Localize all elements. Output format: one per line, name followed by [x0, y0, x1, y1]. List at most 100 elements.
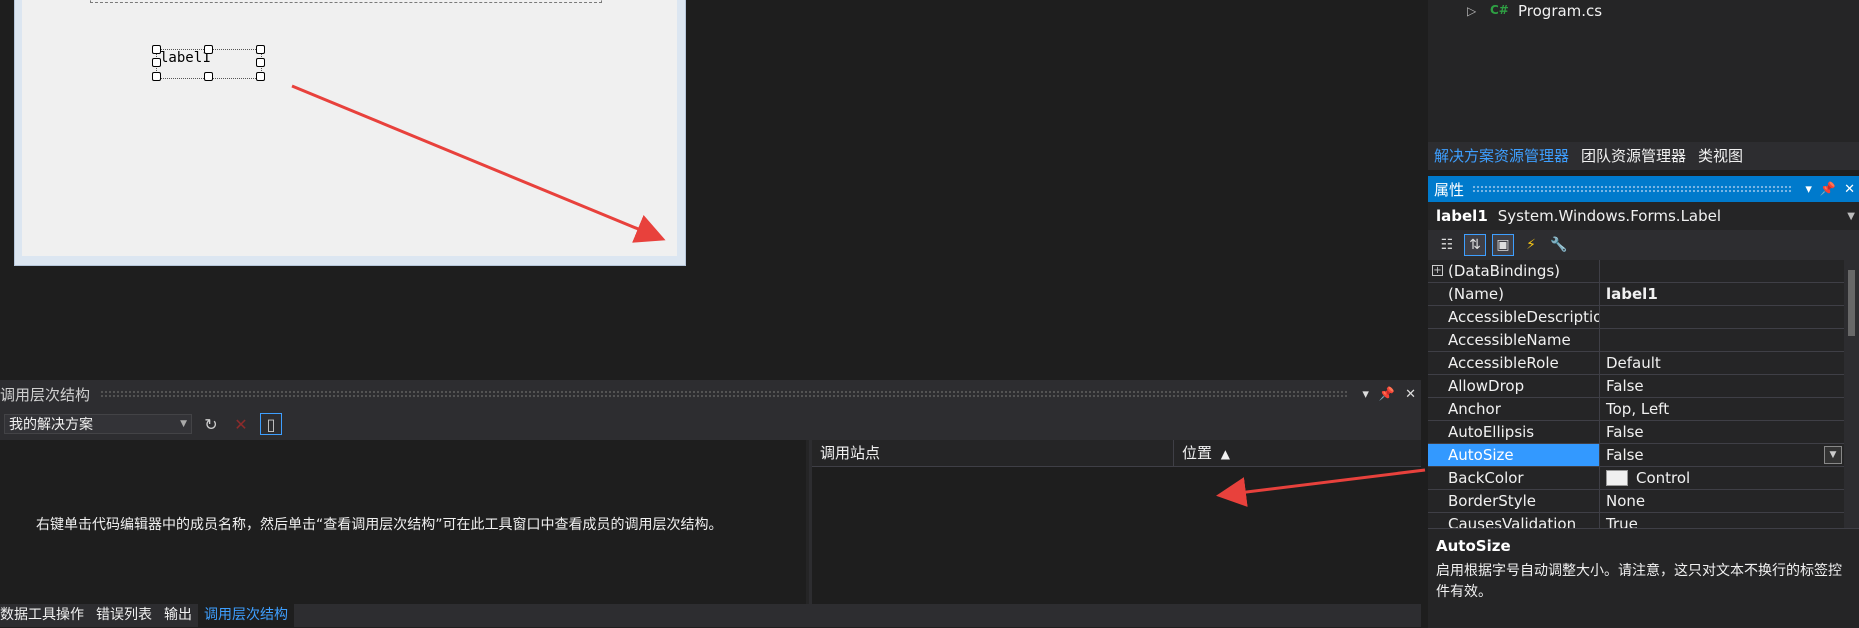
- property-name: CausesValidation: [1428, 513, 1600, 528]
- property-value[interactable]: Top, Left: [1600, 398, 1844, 420]
- property-row[interactable]: AutoEllipsis False: [1428, 421, 1844, 444]
- property-row[interactable]: BackColor Control: [1428, 467, 1844, 490]
- title-grip: [1472, 185, 1794, 193]
- property-value[interactable]: [1600, 260, 1844, 282]
- pin-icon[interactable]: 📌: [1374, 387, 1400, 402]
- resize-handle-e[interactable]: [256, 58, 265, 67]
- expand-plus-icon[interactable]: +: [1432, 265, 1443, 276]
- close-icon[interactable]: ✕: [1840, 182, 1859, 197]
- property-value[interactable]: True: [1600, 513, 1844, 528]
- property-row[interactable]: (Name) label1: [1428, 283, 1844, 306]
- tab-class-view[interactable]: 类视图: [1692, 142, 1749, 170]
- property-row[interactable]: AllowDrop False: [1428, 375, 1844, 398]
- property-row[interactable]: Anchor Top, Left: [1428, 398, 1844, 421]
- property-value: Control: [1636, 469, 1691, 487]
- tab-data-tools-operations[interactable]: 数据工具操作: [0, 604, 90, 627]
- close-icon[interactable]: ✕: [1400, 387, 1421, 402]
- property-row-selected[interactable]: AutoSize False ▼: [1428, 444, 1844, 467]
- resize-handle-w[interactable]: [152, 58, 161, 67]
- toggle-details-icon[interactable]: ▯: [260, 413, 282, 435]
- property-value[interactable]: None: [1600, 490, 1844, 512]
- property-name: BorderStyle: [1428, 490, 1600, 512]
- chevron-down-icon[interactable]: ▼: [180, 419, 191, 429]
- tab-output[interactable]: 输出: [158, 604, 198, 627]
- property-name: AccessibleDescription: [1428, 306, 1600, 328]
- properties-title-bar: 属性 ▾ 📌 ✕: [1428, 176, 1859, 202]
- tab-call-hierarchy[interactable]: 调用层次结构: [198, 604, 294, 627]
- column-header-call-site[interactable]: 调用站点: [812, 440, 1174, 466]
- scrollbar-thumb[interactable]: [1848, 270, 1855, 336]
- property-pages-wrench-icon[interactable]: 🔧: [1548, 234, 1570, 256]
- alphabetical-icon[interactable]: ⇅: [1464, 234, 1486, 256]
- column-header-location[interactable]: 位置 ▲: [1174, 440, 1230, 466]
- refresh-icon[interactable]: ↻: [200, 413, 222, 435]
- tab-team-explorer[interactable]: 团队资源管理器: [1575, 142, 1692, 170]
- property-name: BackColor: [1428, 467, 1600, 489]
- tree-expand-icon[interactable]: ▷: [1467, 4, 1476, 18]
- categorized-icon[interactable]: ☷: [1436, 234, 1458, 256]
- events-lightning-icon[interactable]: ⚡: [1520, 234, 1542, 256]
- property-name: AllowDrop: [1428, 375, 1600, 397]
- call-hierarchy-toolbar: 我的解决方案 ▼ ↻ ✕ ▯: [0, 408, 1421, 440]
- property-name: (DataBindings): [1428, 260, 1600, 282]
- property-row[interactable]: AccessibleRole Default: [1428, 352, 1844, 375]
- call-hierarchy-title-bar: 调用层次结构 ▾ 📌 ✕: [0, 380, 1421, 408]
- chevron-down-icon[interactable]: ▼: [1847, 211, 1859, 222]
- property-value[interactable]: Default: [1600, 352, 1844, 374]
- property-grid: + (DataBindings) (Name) label1 Accessibl…: [1428, 260, 1844, 528]
- properties-title: 属性: [1434, 180, 1465, 199]
- property-row[interactable]: AccessibleDescription: [1428, 306, 1844, 329]
- property-name: AccessibleName: [1428, 329, 1600, 351]
- property-name: AutoEllipsis: [1428, 421, 1600, 443]
- chevron-down-icon[interactable]: ▼: [1824, 446, 1842, 464]
- object-selector[interactable]: label1 System.Windows.Forms.Label ▼: [1428, 202, 1859, 230]
- property-value[interactable]: False: [1600, 421, 1844, 443]
- dropdown-menu-icon[interactable]: ▾: [1801, 182, 1816, 197]
- color-swatch: [1606, 470, 1628, 486]
- resize-handle-ne[interactable]: [256, 45, 265, 54]
- form-client-area[interactable]: [22, 0, 677, 256]
- property-name: Anchor: [1428, 398, 1600, 420]
- resize-handle-sw[interactable]: [152, 72, 161, 81]
- call-hierarchy-title: 调用层次结构: [0, 385, 91, 404]
- property-value[interactable]: [1600, 306, 1844, 328]
- sort-ascending-icon: ▲: [1220, 447, 1231, 461]
- dashed-control-outline: [90, 0, 602, 3]
- description-text: 启用根据字号自动调整大小。请注意，这只对文本不换行的标签控件有效。: [1436, 563, 1842, 600]
- property-value-cell[interactable]: False ▼: [1600, 444, 1844, 466]
- remove-root-icon[interactable]: ✕: [230, 413, 252, 435]
- scope-value: 我的解决方案: [9, 417, 93, 433]
- bottom-tool-tabs: 数据工具操作 错误列表 输出 调用层次结构: [0, 604, 1421, 627]
- tree-item-program-cs[interactable]: Program.cs: [1518, 2, 1602, 20]
- property-value: False: [1606, 446, 1644, 464]
- properties-toolbar: ☷ ⇅ ▣ ⚡ 🔧: [1428, 230, 1859, 260]
- title-grip: [100, 390, 1348, 398]
- resize-handle-s[interactable]: [204, 72, 213, 81]
- call-sites-header: 调用站点 位置 ▲: [812, 440, 1421, 467]
- empty-state-message: 右键单击代码编辑器中的成员名称，然后单击“查看调用层次结构”可在此工具窗口中查看…: [36, 517, 723, 533]
- property-value[interactable]: [1600, 329, 1844, 351]
- scope-dropdown[interactable]: 我的解决方案 ▼: [4, 414, 192, 434]
- object-name: label1: [1436, 207, 1488, 225]
- property-row[interactable]: AccessibleName: [1428, 329, 1844, 352]
- csharp-file-icon: C#: [1490, 3, 1509, 17]
- tab-error-list[interactable]: 错误列表: [90, 604, 158, 627]
- property-value-cell[interactable]: Control: [1600, 467, 1844, 489]
- resize-handle-nw[interactable]: [152, 45, 161, 54]
- pin-icon[interactable]: 📌: [1816, 182, 1840, 197]
- tab-solution-explorer[interactable]: 解决方案资源管理器: [1428, 142, 1575, 170]
- property-value[interactable]: False: [1600, 375, 1844, 397]
- properties-view-icon[interactable]: ▣: [1492, 234, 1514, 256]
- property-name: AutoSize: [1428, 444, 1600, 466]
- property-value[interactable]: label1: [1600, 283, 1844, 305]
- property-row[interactable]: + (DataBindings): [1428, 260, 1844, 283]
- resize-handle-se[interactable]: [256, 72, 265, 81]
- label1-control[interactable]: label1: [160, 50, 211, 66]
- property-row[interactable]: CausesValidation True: [1428, 513, 1844, 528]
- solution-explorer-tabs: 解决方案资源管理器 团队资源管理器 类视图: [1428, 142, 1859, 170]
- resize-handle-n[interactable]: [204, 45, 213, 54]
- description-title: AutoSize: [1436, 537, 1511, 555]
- property-row[interactable]: BorderStyle None: [1428, 490, 1844, 513]
- dropdown-menu-icon[interactable]: ▾: [1357, 387, 1374, 402]
- object-type: System.Windows.Forms.Label: [1497, 207, 1722, 225]
